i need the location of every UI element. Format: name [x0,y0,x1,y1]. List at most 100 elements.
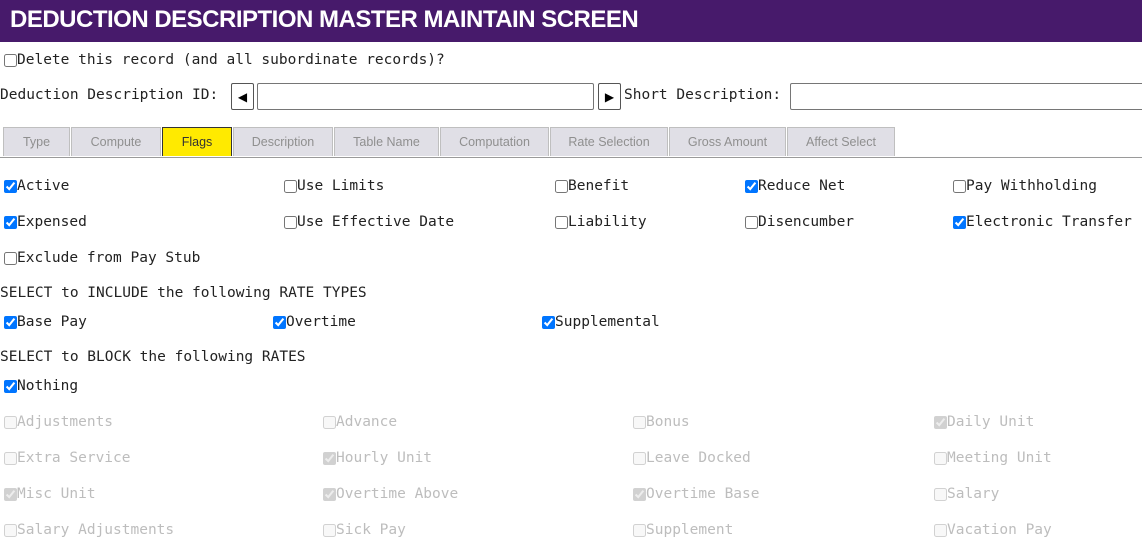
liability-checkbox-row[interactable]: Liability [552,214,647,230]
meeting-unit-checkbox-row: Meeting Unit [931,450,1052,466]
extra-service-label: Extra Service [17,450,131,466]
leave-docked-checkbox-row: Leave Docked [630,450,751,466]
overtime-base-checkbox [633,487,646,501]
pay-withholding-checkbox[interactable] [953,179,966,193]
daily-unit-label: Daily Unit [947,414,1035,430]
delete-record-checkbox[interactable] [4,53,17,67]
liability-checkbox[interactable] [555,215,568,229]
reduce-net-checkbox[interactable] [745,179,758,193]
nothing-label: Nothing [17,378,79,394]
tab-computation[interactable]: Computation [440,127,549,156]
misc-unit-checkbox-row: Misc Unit [1,486,96,502]
tab-bar: Type Compute Flags Description Table Nam… [3,127,896,157]
benefit-checkbox[interactable] [555,179,568,193]
disencumber-checkbox[interactable] [745,215,758,229]
tab-table-name[interactable]: Table Name [334,127,439,156]
deduction-id-label: Deduction Description ID: [0,87,219,103]
overtime-checkbox-row[interactable]: Overtime [270,314,356,330]
overtime-base-label: Overtime Base [646,486,760,502]
active-checkbox[interactable] [4,179,17,193]
base-pay-checkbox-row[interactable]: Base Pay [1,314,87,330]
exclude-from-pay-stub-label: Exclude from Pay Stub [17,250,201,266]
adjustments-checkbox-row: Adjustments [1,414,113,430]
overtime-label: Overtime [286,314,356,330]
expensed-label: Expensed [17,214,87,230]
nothing-checkbox[interactable] [4,379,17,393]
supplement-label: Supplement [646,522,734,538]
use-effective-date-checkbox-row[interactable]: Use Effective Date [281,214,454,230]
pay-withholding-label: Pay Withholding [966,178,1097,194]
tab-gross-amount[interactable]: Gross Amount [669,127,786,156]
pay-withholding-checkbox-row[interactable]: Pay Withholding [950,178,1097,194]
expensed-checkbox-row[interactable]: Expensed [1,214,87,230]
meeting-unit-checkbox [934,451,947,465]
hourly-unit-label: Hourly Unit [336,450,433,466]
advance-checkbox [323,415,336,429]
reduce-net-checkbox-row[interactable]: Reduce Net [742,178,845,194]
supplemental-checkbox[interactable] [542,315,555,329]
nothing-checkbox-row[interactable]: Nothing [1,378,78,394]
use-limits-checkbox-row[interactable]: Use Limits [281,178,384,194]
disencumber-label: Disencumber [758,214,855,230]
prev-record-button[interactable]: ◀ [231,83,254,110]
use-effective-date-checkbox[interactable] [284,215,297,229]
supplement-checkbox-row: Supplement [630,522,733,538]
block-heading: SELECT to BLOCK the following RATES [0,349,306,365]
title-bar: DEDUCTION DESCRIPTION MASTER MAINTAIN SC… [0,0,1142,42]
salary-adjustments-label: Salary Adjustments [17,522,175,538]
electronic-transfer-checkbox[interactable] [953,215,966,229]
salary-checkbox-row: Salary [931,486,999,502]
use-limits-label: Use Limits [297,178,385,194]
benefit-checkbox-row[interactable]: Benefit [552,178,629,194]
base-pay-label: Base Pay [17,314,87,330]
hourly-unit-checkbox [323,451,336,465]
next-record-button[interactable]: ▶ [598,83,621,110]
sick-pay-label: Sick Pay [336,522,406,538]
adjustments-label: Adjustments [17,414,114,430]
short-description-input[interactable] [790,83,1142,110]
benefit-label: Benefit [568,178,630,194]
tab-description[interactable]: Description [233,127,333,156]
misc-unit-label: Misc Unit [17,486,96,502]
overtime-base-checkbox-row: Overtime Base [630,486,760,502]
disencumber-checkbox-row[interactable]: Disencumber [742,214,854,230]
bonus-checkbox-row: Bonus [630,414,690,430]
exclude-from-pay-stub-checkbox[interactable] [4,251,17,265]
delete-record-checkbox-row[interactable]: Delete this record (and all subordinate … [1,52,445,68]
electronic-transfer-label: Electronic Transfer [966,214,1132,230]
overtime-above-checkbox [323,487,336,501]
triangle-right-icon: ▶ [604,89,615,104]
vacation-pay-label: Vacation Pay [947,522,1052,538]
tab-type[interactable]: Type [3,127,70,156]
salary-label: Salary [947,486,1000,502]
daily-unit-checkbox [934,415,947,429]
extra-service-checkbox [4,451,17,465]
exclude-from-pay-stub-checkbox-row[interactable]: Exclude from Pay Stub [1,250,200,266]
leave-docked-checkbox [633,451,646,465]
supplemental-checkbox-row[interactable]: Supplemental [539,314,660,330]
hourly-unit-checkbox-row: Hourly Unit [320,450,432,466]
tab-affect-select[interactable]: Affect Select [787,127,895,156]
expensed-checkbox[interactable] [4,215,17,229]
advance-label: Advance [336,414,398,430]
salary-adjustments-checkbox [4,523,17,537]
overtime-above-label: Overtime Above [336,486,459,502]
delete-record-label: Delete this record (and all subordinate … [17,52,445,68]
salary-checkbox [934,487,947,501]
advance-checkbox-row: Advance [320,414,397,430]
daily-unit-checkbox-row: Daily Unit [931,414,1034,430]
tab-rate-selection[interactable]: Rate Selection [550,127,668,156]
base-pay-checkbox[interactable] [4,315,17,329]
tab-flags[interactable]: Flags [162,127,232,156]
overtime-checkbox[interactable] [273,315,286,329]
page-title: DEDUCTION DESCRIPTION MASTER MAINTAIN SC… [10,6,639,33]
triangle-left-icon: ◀ [237,89,248,104]
short-description-label: Short Description: [624,87,782,103]
electronic-transfer-checkbox-row[interactable]: Electronic Transfer [950,214,1132,230]
tab-compute[interactable]: Compute [71,127,161,156]
supplement-checkbox [633,523,646,537]
use-limits-checkbox[interactable] [284,179,297,193]
include-heading: SELECT to INCLUDE the following RATE TYP… [0,285,367,301]
active-checkbox-row[interactable]: Active [1,178,69,194]
deduction-id-input[interactable] [257,83,594,110]
